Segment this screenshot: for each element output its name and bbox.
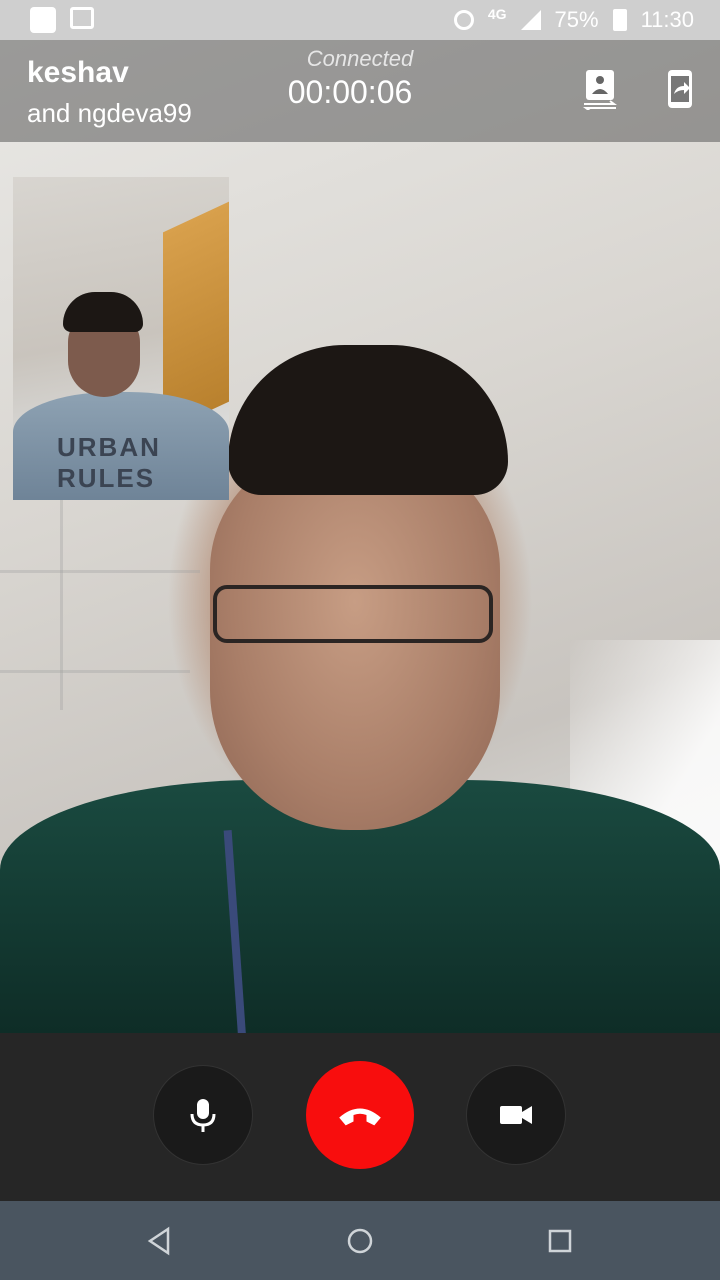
- clock: 11:30: [640, 7, 694, 32]
- end-call-button[interactable]: [306, 1061, 414, 1169]
- microphone-icon: [190, 1099, 216, 1132]
- self-view-video[interactable]: URBAN RULES: [13, 177, 229, 500]
- battery-percent: 75%: [554, 7, 599, 32]
- ceiling-line: [0, 670, 190, 673]
- status-bar: 4G 75% 11:30: [0, 0, 720, 40]
- remote-person-hair: [228, 345, 508, 495]
- video-camera-icon: [500, 1106, 532, 1124]
- notification-icon: [30, 7, 56, 33]
- video-toggle-button[interactable]: [466, 1065, 566, 1165]
- navigation-bar: [0, 1201, 720, 1280]
- mute-button[interactable]: [153, 1065, 253, 1165]
- switch-camera-icon[interactable]: [580, 68, 620, 112]
- back-triangle-icon[interactable]: [142, 1223, 178, 1259]
- call-header: keshav and ngdeva99 Connected 00:00:06: [0, 40, 720, 142]
- glasses: [213, 585, 493, 643]
- home-circle-icon[interactable]: [342, 1223, 378, 1259]
- self-person-hair: [63, 292, 143, 332]
- phone-hangup-icon: [339, 1108, 381, 1126]
- share-screen-icon[interactable]: [660, 68, 700, 110]
- ceiling-line: [0, 570, 200, 573]
- alarm-icon: [453, 10, 474, 30]
- network-type: 4G: [487, 6, 507, 22]
- image-notification-icon: [70, 7, 94, 29]
- signal-icon: [520, 10, 541, 30]
- self-shirt-text: URBAN RULES: [57, 432, 161, 493]
- call-controls: [0, 1033, 720, 1201]
- battery-icon: [612, 9, 627, 31]
- recents-square-icon[interactable]: [542, 1223, 578, 1259]
